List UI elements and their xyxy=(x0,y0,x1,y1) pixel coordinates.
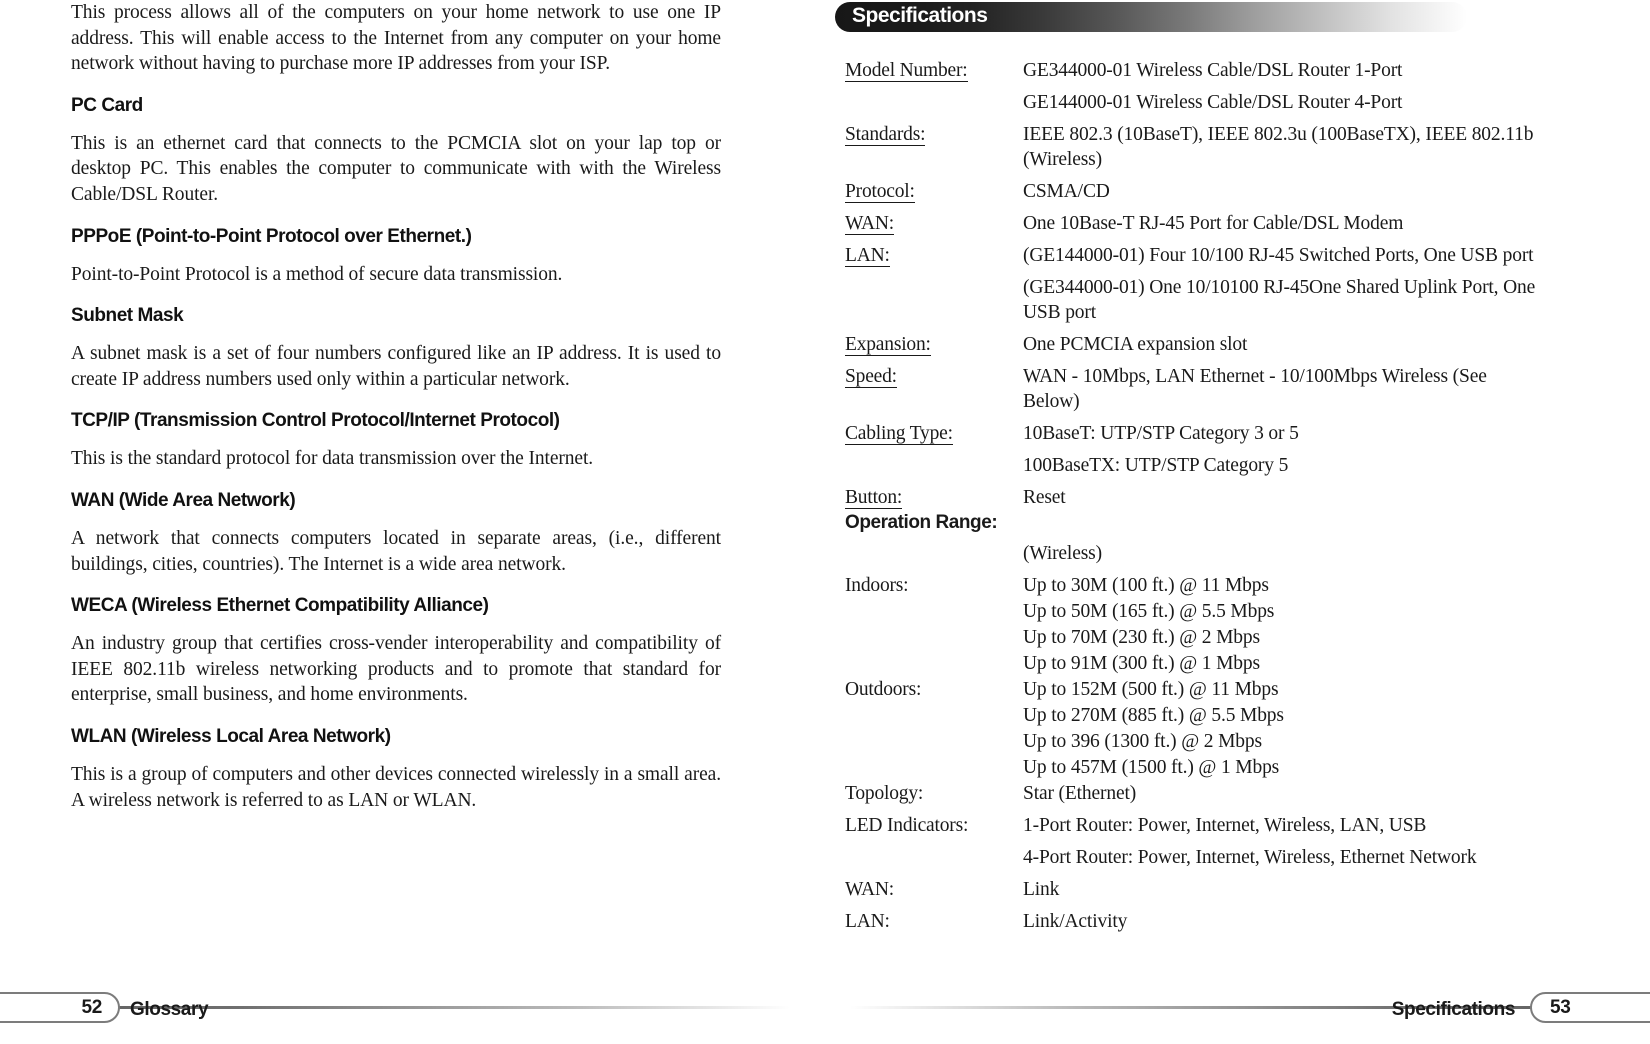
spec-row: LAN: (GE144000-01) Four 10/100 RJ-45 Swit… xyxy=(845,243,1545,268)
spec-label: Topology: xyxy=(845,783,924,804)
glossary-paragraph: An industry group that certifies cross-v… xyxy=(71,633,721,706)
spec-value: GE144000-01 Wireless Cable/DSL Router 4-… xyxy=(1023,92,1403,113)
spec-row: Operation Range: xyxy=(845,511,1545,534)
spec-value: Link xyxy=(1023,879,1060,900)
spec-row: Speed: WAN - 10Mbps, LAN Ethernet - 10/10… xyxy=(845,364,1545,414)
spec-value: Up to 396 (1300 ft.) @ 2 Mbps xyxy=(1023,731,1262,752)
spec-value: 4-Port Router: Power, Internet, Wireless… xyxy=(1023,847,1477,868)
spec-label: Outdoors: xyxy=(845,679,922,700)
spec-label: Protocol: xyxy=(845,181,915,203)
right-page-footer: 53 Specifications xyxy=(820,984,1650,1044)
spec-value: 100BaseTX: UTP/STP Category 5 xyxy=(1023,455,1289,476)
spec-row: 4-Port Router: Power, Internet, Wireless… xyxy=(845,845,1545,870)
spec-value: Up to 70M (230 ft.) @ 2 Mbps xyxy=(1023,627,1260,648)
spec-row: (GE344000-01) One 10/10100 RJ-45One Shar… xyxy=(845,275,1545,325)
spec-row: GE144000-01 Wireless Cable/DSL Router 4-… xyxy=(845,90,1545,115)
page-number: 52 xyxy=(81,996,102,1018)
spec-value: 10BaseT: UTP/STP Category 3 or 5 xyxy=(1023,423,1299,444)
glossary-content: This process allows all of the computers… xyxy=(71,0,721,831)
spec-row: (Wireless) xyxy=(845,541,1545,566)
glossary-paragraph: This is the standard protocol for data t… xyxy=(71,448,594,470)
spec-row: Cabling Type: 10BaseT: UTP/STP Category 3… xyxy=(845,421,1545,446)
spec-label: Indoors: xyxy=(845,575,909,596)
glossary-paragraph: Point-to-Point Protocol is a method of s… xyxy=(71,263,563,285)
glossary-term-heading: PPPoE (Point-to-Point Protocol over Ethe… xyxy=(71,225,472,247)
spec-value: IEEE 802.3 (10BaseT), IEEE 802.3u (100Ba… xyxy=(1023,124,1534,170)
page-spread: This process allows all of the computers… xyxy=(0,0,1650,1044)
spec-row: WAN: One 10Base-T RJ-45 Port for Cable/DS… xyxy=(845,211,1545,236)
right-page: Specifications Model Number: GE344000-01 … xyxy=(820,0,1650,1044)
spec-label: Expansion: xyxy=(845,334,931,356)
glossary-term-heading: WLAN (Wireless Local Area Network) xyxy=(71,725,391,747)
glossary-paragraph: This process allows all of the computers… xyxy=(71,2,721,75)
glossary-term-heading: WECA (Wireless Ethernet Compatibility Al… xyxy=(71,595,489,617)
left-page-footer: 52 Glossary xyxy=(0,984,820,1044)
spec-row: Up to 270M (885 ft.) @ 5.5 Mbps xyxy=(845,703,1545,728)
spec-value: One 10Base-T RJ-45 Port for Cable/DSL Mo… xyxy=(1023,213,1404,234)
spec-label: Cabling Type: xyxy=(845,423,953,445)
glossary-term-heading: Subnet Mask xyxy=(71,305,184,327)
spec-row: WAN: Link xyxy=(845,877,1545,902)
spec-row: LED Indicators: 1-Port Router: Power, Int… xyxy=(845,813,1545,838)
footer-section-label: Glossary xyxy=(130,999,209,1020)
spec-label: Button: xyxy=(845,487,903,509)
spec-row: Protocol: CSMA/CD xyxy=(845,179,1545,204)
page-number-pill: 52 xyxy=(0,992,120,1023)
spec-row: Standards: IEEE 802.3 (10BaseT), IEEE 802… xyxy=(845,122,1545,172)
glossary-term-heading: TCP/IP (Transmission Control Protocol/In… xyxy=(71,410,560,432)
spec-label: WAN: xyxy=(845,213,895,235)
glossary-paragraph: This is a group of computers and other d… xyxy=(71,763,721,811)
page-number: 53 xyxy=(1550,996,1571,1018)
specifications-title: Specifications xyxy=(852,4,988,27)
spec-row: Up to 91M (300 ft.) @ 1 Mbps xyxy=(845,651,1545,676)
spec-row: 100BaseTX: UTP/STP Category 5 xyxy=(845,453,1545,478)
spec-row: Up to 396 (1300 ft.) @ 2 Mbps xyxy=(845,729,1545,754)
glossary-paragraph: A network that connects computers locate… xyxy=(71,527,721,575)
spec-value: Link/Activity xyxy=(1023,911,1128,932)
spec-row: Outdoors: Up to 152M (500 ft.) @ 11 Mbps xyxy=(845,677,1545,702)
spec-section-heading: Operation Range: xyxy=(845,512,998,533)
spec-value: Up to 91M (300 ft.) @ 1 Mbps xyxy=(1023,653,1260,674)
spec-label: LED Indicators: xyxy=(845,815,969,836)
spec-value: Up to 30M (100 ft.) @ 11 Mbps xyxy=(1023,575,1269,596)
spec-row: LAN: Link/Activity xyxy=(845,909,1545,934)
spec-value: (GE344000-01) One 10/10100 RJ-45One Shar… xyxy=(1023,277,1536,323)
spec-value: Up to 50M (165 ft.) @ 5.5 Mbps xyxy=(1023,601,1275,622)
spec-value: One PCMCIA expansion slot xyxy=(1023,334,1248,355)
spec-label: Standards: xyxy=(845,124,926,146)
glossary-term-heading: WAN (Wide Area Network) xyxy=(71,489,296,511)
spec-value: WAN - 10Mbps, LAN Ethernet - 10/100Mbps … xyxy=(1023,366,1487,412)
spec-value: GE344000-01 Wireless Cable/DSL Router 1-… xyxy=(1023,60,1403,81)
spec-label: LAN: xyxy=(845,245,890,267)
spec-row: Model Number: GE344000-01 Wireless Cable/… xyxy=(845,58,1545,83)
spec-value: Up to 457M (1500 ft.) @ 1 Mbps xyxy=(1023,757,1280,778)
glossary-paragraph: This is an ethernet card that connects t… xyxy=(71,132,721,205)
spec-row: Topology: Star (Ethernet) xyxy=(845,781,1545,806)
spec-value: (GE144000-01) Four 10/100 RJ-45 Switched… xyxy=(1023,245,1534,266)
specifications-table: Model Number: GE344000-01 Wireless Cable/… xyxy=(845,58,1545,941)
page-number-pill: 53 xyxy=(1530,992,1650,1023)
left-page: This process allows all of the computers… xyxy=(0,0,820,1044)
glossary-paragraph: A subnet mask is a set of four numbers c… xyxy=(71,343,721,390)
spec-value: Up to 152M (500 ft.) @ 11 Mbps xyxy=(1023,679,1279,700)
spec-row: Indoors: Up to 30M (100 ft.) @ 11 Mbps xyxy=(845,573,1545,598)
spec-row: Up to 70M (230 ft.) @ 2 Mbps xyxy=(845,625,1545,650)
spec-value: (Wireless) xyxy=(1023,543,1102,564)
footer-section-label: Specifications xyxy=(1391,999,1516,1020)
spec-row: Up to 50M (165 ft.) @ 5.5 Mbps xyxy=(845,599,1545,624)
spec-row: Up to 457M (1500 ft.) @ 1 Mbps xyxy=(845,755,1545,780)
glossary-term-heading: PC Card xyxy=(71,94,143,116)
spec-value: CSMA/CD xyxy=(1023,181,1110,202)
spec-row: Button: Reset xyxy=(845,485,1545,510)
spec-value: Star (Ethernet) xyxy=(1023,783,1137,804)
spec-value: Up to 270M (885 ft.) @ 5.5 Mbps xyxy=(1023,705,1284,726)
spec-value: Reset xyxy=(1023,487,1066,508)
spec-row: Expansion: One PCMCIA expansion slot xyxy=(845,332,1545,357)
spec-label: Speed: xyxy=(845,366,897,388)
spec-label: Model Number: xyxy=(845,60,968,82)
spec-label: WAN: xyxy=(845,879,895,900)
spec-value: 1-Port Router: Power, Internet, Wireless… xyxy=(1023,815,1427,836)
spec-label: LAN: xyxy=(845,911,890,932)
